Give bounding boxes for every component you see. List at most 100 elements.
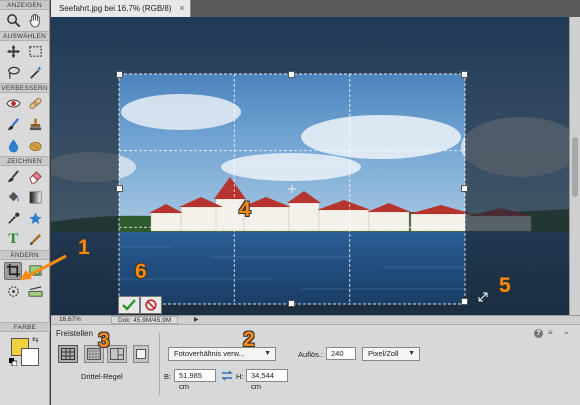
callout-arrow-icon	[20, 254, 67, 280]
gradient-tool[interactable]	[27, 189, 45, 207]
document-tab-title: Seefahrt.jpg bei 16,7% (RGB/8)	[59, 4, 172, 13]
scrollbar-thumb[interactable]	[572, 137, 578, 197]
options-separator	[159, 333, 160, 395]
sponge-icon	[29, 141, 42, 152]
photo-image	[51, 17, 569, 315]
paint-bucket-tool[interactable]	[4, 189, 22, 207]
help-icon[interactable]: ?	[534, 329, 543, 338]
default-colors-icon[interactable]	[9, 358, 17, 366]
content-aware-move-tool[interactable]	[4, 283, 22, 301]
image-canvas[interactable]	[51, 17, 569, 315]
background-color-swatch[interactable]	[21, 348, 39, 366]
callout-2: 2	[243, 328, 255, 351]
swap-colors-icon[interactable]: ⇆	[32, 335, 39, 344]
callout-3: 3	[98, 329, 110, 352]
aspect-ratio-value: Fotoverhältnis verw...	[174, 349, 245, 358]
collapse-icon[interactable]: ⌄	[563, 327, 570, 336]
lasso-tool[interactable]	[4, 64, 22, 82]
hand-tool[interactable]	[27, 12, 45, 30]
tool-options-bar: Freistellen Drittel-Regel Fotoverhältnis…	[51, 324, 580, 405]
eye-icon	[6, 99, 21, 108]
sponge-tool[interactable]	[27, 137, 45, 155]
crop-handle-right[interactable]	[461, 185, 468, 192]
zoom-level[interactable]: 16,67%	[59, 316, 81, 324]
crop-handle-top[interactable]	[288, 71, 295, 78]
crop-overlay-golden-button[interactable]	[107, 345, 127, 363]
move-tool[interactable]	[4, 43, 22, 61]
brush-tool[interactable]	[4, 168, 22, 186]
document-tab-bar: Seefahrt.jpg bei 16,7% (RGB/8) ×	[51, 0, 580, 17]
zoom-tool[interactable]	[4, 12, 22, 30]
crop-handle-left[interactable]	[116, 185, 123, 192]
clone-stamp-tool[interactable]	[27, 116, 45, 134]
move-arrows-icon	[6, 44, 20, 59]
magnifier-icon	[6, 14, 21, 28]
height-label: H:	[236, 372, 244, 381]
red-eye-tool[interactable]	[4, 95, 22, 113]
document-size-info: Dok: 45,9M/45,9M	[111, 316, 179, 324]
section-select-header: AUSWÄHLEN	[0, 31, 49, 41]
width-label: B:	[164, 372, 172, 381]
aspect-ratio-dropdown[interactable]: Fotoverhältnis verw... ▼	[168, 347, 276, 361]
eraser-tool[interactable]	[27, 168, 45, 186]
star-shape-icon	[29, 212, 42, 225]
crop-overlay-none-button[interactable]	[58, 345, 78, 363]
smart-brush-tool[interactable]	[4, 116, 22, 134]
cancel-crop-button[interactable]	[140, 296, 162, 314]
quick-selection-tool[interactable]	[27, 64, 45, 82]
photoshop-elements-window: ANZEIGEN AUSWÄHLEN VERBESSERN ZEICHNEN T…	[0, 0, 580, 405]
resolution-unit-dropdown[interactable]: Pixel/Zoll ▼	[362, 347, 420, 361]
crop-handle-top-right[interactable]	[461, 71, 468, 78]
golden-ratio-icon	[110, 348, 124, 360]
resolution-input[interactable]: 240	[326, 347, 356, 360]
document-tab[interactable]: Seefahrt.jpg bei 16,7% (RGB/8) ×	[51, 0, 191, 17]
callout-5: 5	[499, 274, 511, 297]
crop-handle-top-left[interactable]	[116, 71, 123, 78]
hand-icon	[29, 13, 40, 28]
resolution-label: Auflös.:	[298, 350, 324, 359]
cancel-circle-icon	[145, 299, 157, 311]
section-color-header: FARBE	[0, 322, 50, 332]
blur-tool[interactable]	[4, 137, 22, 155]
resolution-unit-value: Pixel/Zoll	[368, 349, 399, 358]
move-content-icon	[7, 286, 19, 297]
height-input[interactable]: 34,544 cm	[246, 369, 288, 391]
pencil-tool[interactable]	[27, 231, 45, 249]
eyedropper-tool[interactable]	[4, 210, 22, 228]
chevron-down-icon: ▼	[264, 350, 271, 357]
callout-1: 1	[78, 236, 90, 259]
commit-crop-button[interactable]	[118, 296, 140, 314]
options-title: Freistellen	[56, 329, 93, 338]
brush-icon	[7, 118, 19, 131]
options-menu-icon[interactable]: ≡	[548, 328, 553, 337]
crop-handle-bottom-right[interactable]	[461, 298, 468, 305]
eyedropper-icon	[7, 212, 20, 224]
width-input[interactable]: 51,985 cm	[174, 369, 216, 391]
chevron-down-icon: ▼	[408, 350, 415, 357]
blank-overlay-icon	[136, 349, 146, 359]
status-menu-arrow-icon[interactable]: ▶	[194, 316, 199, 324]
custom-shape-tool[interactable]	[27, 210, 45, 228]
stamp-icon	[30, 118, 42, 131]
overlay-label: Drittel-Regel	[81, 372, 123, 381]
status-bar: 16,67% Dok: 45,9M/45,9M ▶	[51, 315, 580, 324]
pencil-icon	[30, 233, 42, 246]
gradient-icon	[29, 191, 42, 204]
callout-6: 6	[135, 260, 147, 283]
crop-commit-bar	[118, 296, 166, 314]
spot-healing-tool[interactable]	[27, 95, 45, 113]
crop-handle-bottom[interactable]	[288, 300, 295, 307]
section-view-header: ANZEIGEN	[0, 0, 49, 10]
section-draw-header: ZEICHNEN	[0, 156, 49, 166]
lasso-icon	[7, 66, 20, 79]
marquee-tool[interactable]	[27, 43, 45, 61]
crop-overlay-none-toggle[interactable]	[133, 345, 149, 363]
bucket-icon	[8, 191, 19, 202]
swap-dimensions-icon[interactable]	[221, 370, 233, 381]
straighten-tool[interactable]	[27, 283, 45, 301]
section-enhance-header: VERBESSERN	[0, 83, 49, 93]
callout-4: 4	[239, 198, 251, 221]
type-tool[interactable]: T	[4, 231, 22, 249]
vertical-scrollbar[interactable]	[569, 17, 580, 315]
close-icon[interactable]: ×	[179, 0, 184, 17]
